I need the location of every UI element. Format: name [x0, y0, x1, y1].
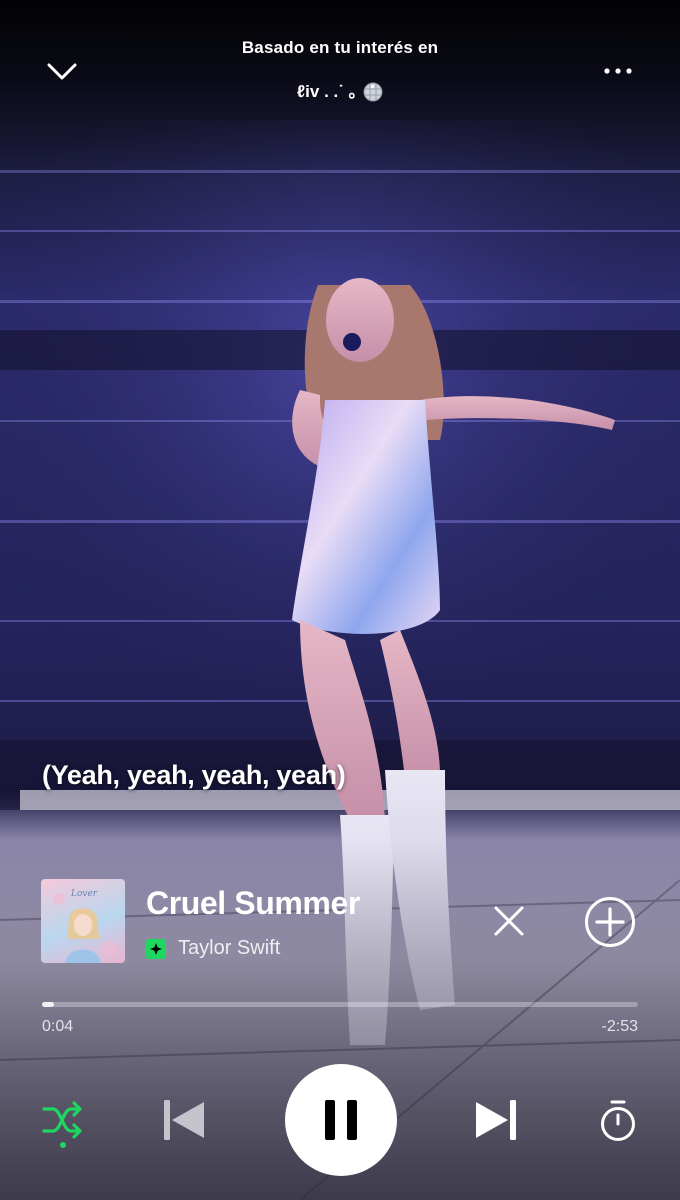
collapse-button[interactable]: [40, 52, 84, 92]
play-pause-button[interactable]: [285, 1064, 397, 1176]
skip-next-icon: [476, 1100, 516, 1140]
current-lyric-line[interactable]: (Yeah, yeah, yeah, yeah): [42, 760, 346, 791]
timer-icon: [601, 1100, 635, 1141]
sleep-timer-button[interactable]: [596, 1098, 640, 1144]
elapsed-time: 0:04: [42, 1018, 74, 1035]
playlist-name: ℓiv . .˙ ｡: [296, 82, 358, 101]
artist-row: Taylor Swift: [146, 937, 280, 960]
next-track-button[interactable]: [472, 1096, 520, 1144]
disco-ball-icon: [363, 82, 383, 102]
more-horizontal-icon: [604, 68, 632, 74]
add-circle-icon: [585, 897, 635, 947]
now-playing-header: Basado en tu interés en ℓiv . .˙ ｡: [0, 0, 680, 120]
download-badge-icon: [146, 938, 166, 959]
progress-track: [42, 1002, 638, 1007]
playback-controls: [0, 1062, 680, 1178]
album-cover[interactable]: Lover: [41, 879, 125, 963]
now-playing-screen: Basado en tu interés en ℓiv . .˙ ｡ (Yeah…: [0, 0, 680, 1200]
pause-icon: [325, 1100, 357, 1140]
progress-fill: [42, 1002, 54, 1007]
previous-track-button[interactable]: [160, 1096, 208, 1144]
chevron-down-icon: [47, 63, 77, 80]
album-art-icon: [53, 893, 117, 963]
context-subtitle: Basado en tu interés en: [241, 38, 439, 57]
add-to-library-button[interactable]: [583, 895, 637, 949]
dismiss-recommendation-button[interactable]: [489, 901, 529, 941]
skip-previous-icon: [164, 1100, 204, 1140]
shuffle-icon: [42, 1101, 82, 1148]
progress-bar[interactable]: [42, 1000, 638, 1008]
track-artist[interactable]: Taylor Swift: [178, 937, 280, 960]
remaining-time: -2:53: [601, 1018, 638, 1035]
shuffle-button[interactable]: [40, 1098, 86, 1150]
more-options-button[interactable]: [596, 56, 640, 86]
context-info[interactable]: Basado en tu interés en ℓiv . .˙ ｡: [120, 36, 560, 104]
track-info: Lover Cruel Summer Taylor Swift: [41, 879, 641, 963]
close-icon: [494, 906, 524, 936]
track-title[interactable]: Cruel Summer: [146, 885, 360, 922]
background-video: [0, 0, 680, 1200]
playlist-name-row: ℓiv . .˙ ｡: [297, 80, 383, 104]
